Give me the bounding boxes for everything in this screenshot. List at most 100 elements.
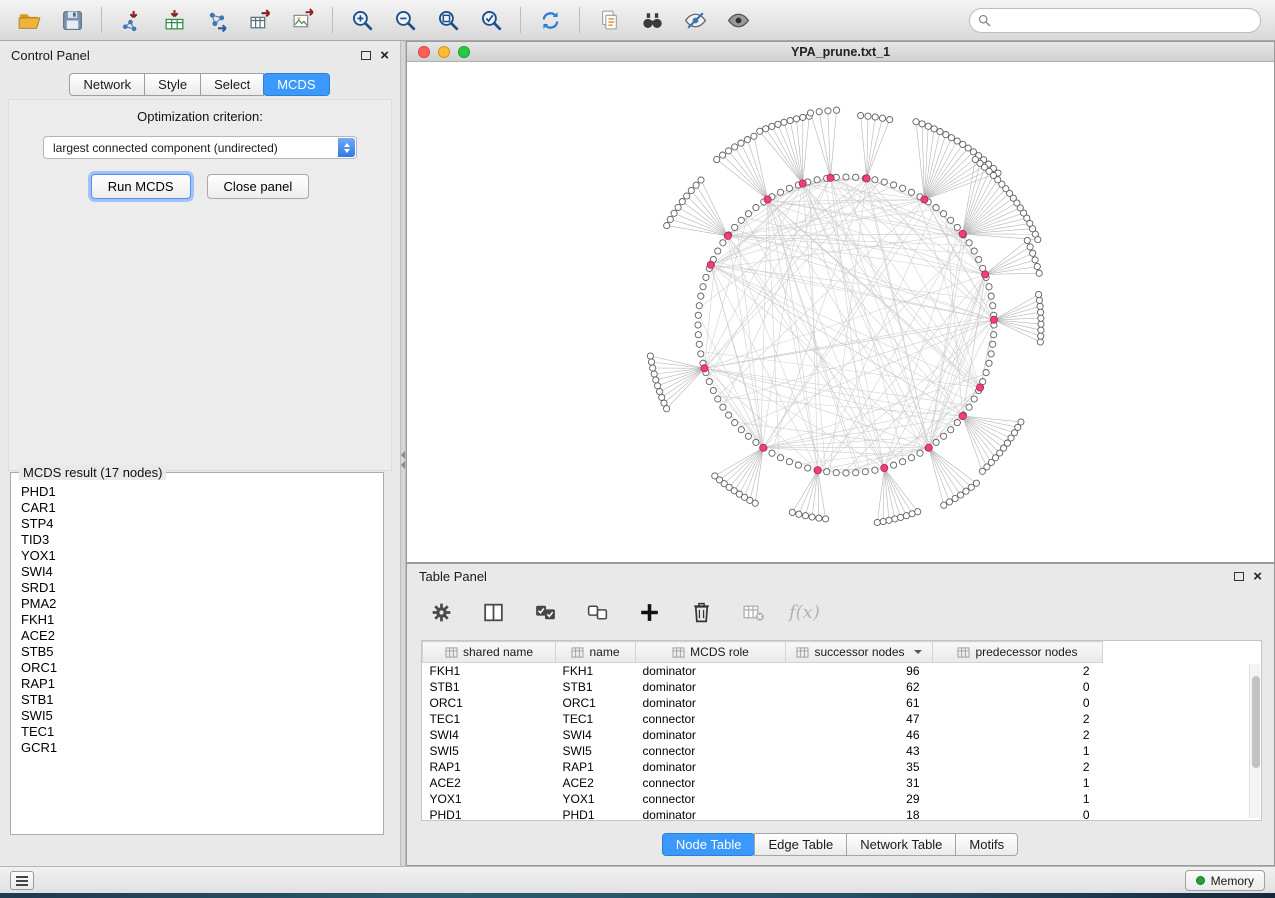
table-cell: connector — [636, 711, 786, 727]
table-row[interactable]: STB1STB1dominator620 — [423, 679, 1262, 695]
column-menu-arrow-icon[interactable] — [914, 650, 922, 654]
tab-edge-table[interactable]: Edge Table — [754, 833, 847, 856]
mcds-result-item[interactable]: ORC1 — [15, 660, 379, 676]
open-session-icon[interactable] — [10, 3, 48, 37]
table-row[interactable]: ACE2ACE2connector311 — [423, 775, 1262, 791]
search-icon — [978, 14, 991, 27]
close-panel-icon[interactable]: × — [1253, 569, 1262, 584]
select-all-icon[interactable] — [529, 596, 561, 628]
import-table-icon[interactable] — [155, 3, 193, 37]
table-panel: Table Panel × — [406, 563, 1275, 866]
delete-column-icon[interactable] — [685, 596, 717, 628]
table-cell: TEC1 — [556, 711, 636, 727]
close-panel-button[interactable]: Close panel — [207, 174, 310, 199]
splitter-collapse-icon[interactable] — [401, 449, 405, 471]
mcds-result-item[interactable]: SWI4 — [15, 564, 379, 580]
export-image-icon[interactable] — [284, 3, 322, 37]
mcds-result-item[interactable]: FKH1 — [15, 612, 379, 628]
window-maximize-icon[interactable] — [458, 46, 470, 58]
tab-mcds[interactable]: MCDS — [263, 73, 329, 96]
optimization-select[interactable]: largest connected component (undirected) — [43, 136, 357, 159]
table-cell: SWI5 — [556, 743, 636, 759]
optimization-criterion-label: Optimization criterion: — [0, 109, 400, 124]
table-scrollbar[interactable] — [1249, 664, 1260, 818]
table-settings-icon[interactable] — [425, 596, 457, 628]
table-row[interactable]: RAP1RAP1dominator352 — [423, 759, 1262, 775]
table-cell — [1103, 679, 1262, 695]
status-menu-button[interactable] — [10, 871, 34, 890]
tab-node-table[interactable]: Node Table — [662, 833, 756, 856]
table-row[interactable]: SWI4SWI4dominator462 — [423, 727, 1262, 743]
node-table-body: FKH1FKH1dominator962STB1STB1dominator620… — [423, 663, 1262, 822]
mcds-result-item[interactable]: SWI5 — [15, 708, 379, 724]
tab-network[interactable]: Network — [69, 73, 145, 96]
mcds-result-item[interactable]: GCR1 — [15, 740, 379, 756]
float-panel-icon[interactable] — [361, 51, 371, 60]
import-network-icon[interactable] — [112, 3, 150, 37]
table-row[interactable]: PHD1PHD1dominator180 — [423, 807, 1262, 821]
table-row[interactable]: SWI5SWI5connector431 — [423, 743, 1262, 759]
close-panel-icon[interactable]: × — [380, 48, 389, 63]
export-table-icon[interactable] — [241, 3, 279, 37]
zoom-out-icon[interactable] — [386, 3, 424, 37]
column-header-successor-nodes[interactable]: successor nodes — [786, 642, 933, 663]
tab-network-table[interactable]: Network Table — [846, 833, 956, 856]
mcds-result-item[interactable]: TID3 — [15, 532, 379, 548]
add-column-icon[interactable] — [633, 596, 665, 628]
tab-select[interactable]: Select — [200, 73, 264, 96]
save-session-icon[interactable] — [53, 3, 91, 37]
search-network-icon[interactable] — [633, 3, 671, 37]
zoom-fit-icon[interactable] — [429, 3, 467, 37]
run-mcds-button[interactable]: Run MCDS — [91, 174, 191, 199]
column-header-name[interactable]: name — [556, 642, 636, 663]
table-cell: STB1 — [423, 679, 556, 695]
mcds-result-item[interactable]: CAR1 — [15, 500, 379, 516]
network-canvas[interactable] — [407, 62, 1274, 562]
export-network-icon[interactable] — [198, 3, 236, 37]
refresh-layout-icon[interactable] — [531, 3, 569, 37]
table-row[interactable]: TEC1TEC1connector472 — [423, 711, 1262, 727]
column-header-shared-name[interactable]: shared name — [423, 642, 556, 663]
mcds-result-item[interactable]: RAP1 — [15, 676, 379, 692]
mcds-result-item[interactable]: YOX1 — [15, 548, 379, 564]
search-input[interactable] — [997, 13, 1252, 27]
column-header-mcds-role[interactable]: MCDS role — [636, 642, 786, 663]
table-row[interactable]: FKH1FKH1dominator962 — [423, 663, 1262, 680]
zoom-selected-icon[interactable] — [472, 3, 510, 37]
mcds-result-item[interactable]: STP4 — [15, 516, 379, 532]
tab-style[interactable]: Style — [144, 73, 201, 96]
mcds-result-item[interactable]: STB1 — [15, 692, 379, 708]
window-close-icon[interactable] — [418, 46, 430, 58]
mcds-result-item[interactable]: PHD1 — [15, 484, 379, 500]
table-cell: connector — [636, 791, 786, 807]
table-cell: 0 — [933, 679, 1103, 695]
mcds-result-item[interactable]: PMA2 — [15, 596, 379, 612]
float-panel-icon[interactable] — [1234, 572, 1244, 581]
table-cell: PHD1 — [423, 807, 556, 821]
show-all-icon[interactable] — [719, 3, 757, 37]
column-filler — [1103, 642, 1262, 663]
table-cell: YOX1 — [423, 791, 556, 807]
table-row[interactable]: YOX1YOX1connector291 — [423, 791, 1262, 807]
table-cell: 96 — [786, 663, 933, 680]
scrollbar-thumb[interactable] — [1252, 676, 1260, 768]
clone-network-icon[interactable] — [590, 3, 628, 37]
column-type-icon — [571, 647, 584, 658]
mcds-result-item[interactable]: ACE2 — [15, 628, 379, 644]
zoom-in-icon[interactable] — [343, 3, 381, 37]
column-header-predecessor-nodes[interactable]: predecessor nodes — [933, 642, 1103, 663]
hide-selected-icon[interactable] — [676, 3, 714, 37]
window-minimize-icon[interactable] — [438, 46, 450, 58]
table-row[interactable]: ORC1ORC1dominator610 — [423, 695, 1262, 711]
show-columns-icon[interactable] — [477, 596, 509, 628]
table-cell: YOX1 — [556, 791, 636, 807]
tab-motifs[interactable]: Motifs — [955, 833, 1018, 856]
mcds-result-item[interactable]: TEC1 — [15, 724, 379, 740]
mcds-result-item[interactable]: SRD1 — [15, 580, 379, 596]
table-cell: 2 — [933, 727, 1103, 743]
memory-button[interactable]: Memory — [1185, 870, 1265, 891]
mcds-result-item[interactable]: STB5 — [15, 644, 379, 660]
table-cell — [1103, 743, 1262, 759]
table-cell: 18 — [786, 807, 933, 821]
deselect-all-icon[interactable] — [581, 596, 613, 628]
